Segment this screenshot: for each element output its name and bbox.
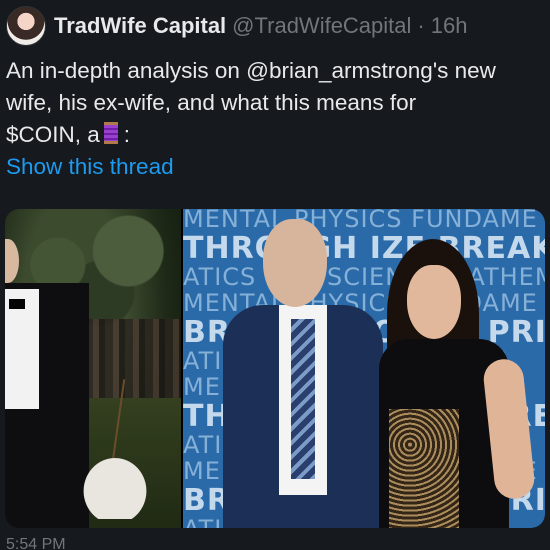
thread-spool-icon: [102, 120, 120, 146]
tweet-header: TradWife Capital @TradWifeCapital · 16h: [6, 6, 467, 46]
photo-woman: [379, 239, 545, 528]
photo-bowtie: [9, 299, 25, 309]
photo-tie: [291, 319, 315, 479]
display-name[interactable]: TradWife Capital: [54, 13, 226, 39]
tweet-text-line: $COIN, a:: [6, 119, 546, 151]
tweet-time[interactable]: 16h: [431, 13, 468, 39]
avatar[interactable]: [6, 6, 46, 46]
photo-face: [263, 219, 327, 307]
tweet-text: An in-depth analysis on @brian_armstrong…: [6, 55, 546, 151]
tweet-text-fragment: $COIN, a: [6, 122, 100, 147]
media-photo-left[interactable]: [5, 209, 181, 528]
tweet-media[interactable]: MENTAL PHYSICS FUNDAMETHROUGH IZE BREAKT…: [5, 209, 545, 528]
tweet-text-line: wife, his ex-wife, and what this means f…: [6, 90, 417, 115]
photo-head: [5, 239, 19, 283]
photo-face: [407, 265, 461, 339]
tweet-text-line: An in-depth analysis on @brian_armstrong…: [6, 58, 496, 83]
tweet-text-fragment: :: [123, 122, 131, 147]
separator-dot: ·: [417, 13, 425, 38]
photo-man-suit: [223, 219, 383, 528]
photo-sequins: [389, 409, 459, 528]
user-handle[interactable]: @TradWifeCapital: [232, 13, 411, 39]
footer-timestamp[interactable]: 5:54 PM: [6, 536, 66, 550]
media-photo-right[interactable]: MENTAL PHYSICS FUNDAMETHROUGH IZE BREAKT…: [183, 209, 545, 528]
tweet-card[interactable]: TradWife Capital @TradWifeCapital · 16h …: [0, 0, 550, 550]
photo-dog: [75, 449, 155, 519]
show-thread-link[interactable]: Show this thread: [6, 154, 174, 180]
